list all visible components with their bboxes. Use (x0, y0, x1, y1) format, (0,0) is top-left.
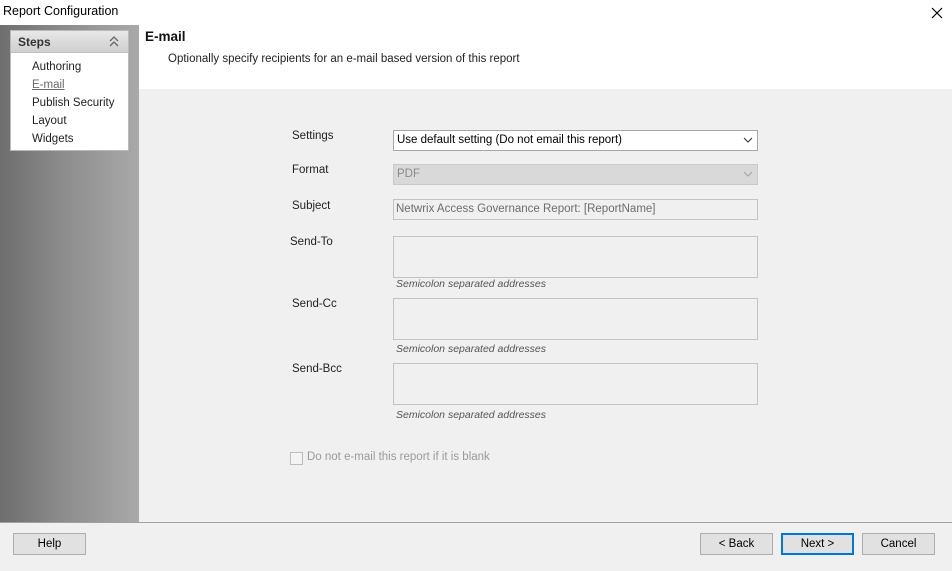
send-cc-hint: Semicolon separated addresses (396, 343, 547, 355)
send-cc-label: Send-Cc (292, 298, 337, 310)
back-button[interactable]: < Back (700, 533, 773, 555)
next-button[interactable]: Next > (781, 533, 854, 555)
help-button[interactable]: Help (13, 533, 86, 555)
format-value: PDF (397, 168, 420, 180)
steps-panel: Steps Authoring E-mail Publish Security … (10, 30, 129, 151)
chevron-down-icon (743, 137, 753, 143)
steps-header[interactable]: Steps (11, 31, 128, 53)
blank-report-label: Do not e-mail this report if it is blank (307, 451, 490, 463)
close-icon (931, 7, 943, 18)
sidebar: Steps Authoring E-mail Publish Security … (0, 25, 139, 523)
settings-label: Settings (292, 130, 334, 142)
window-title: Report Configuration (3, 4, 119, 18)
send-to-hint: Semicolon separated addresses (396, 278, 547, 290)
send-bcc-hint: Semicolon separated addresses (396, 409, 547, 421)
double-chevron-up-icon[interactable] (109, 36, 119, 47)
format-dropdown[interactable]: PDF (393, 164, 758, 185)
send-cc-input[interactable] (393, 298, 758, 340)
subject-label: Subject (292, 200, 331, 212)
blank-report-checkbox[interactable] (290, 452, 303, 465)
step-publish-security[interactable]: Publish Security (32, 95, 128, 113)
content-area: Settings Use default setting (Do not ema… (139, 89, 952, 523)
send-to-input[interactable] (393, 236, 758, 278)
send-to-label: Send-To (290, 236, 333, 248)
footer: Help < Back Next > Cancel (0, 522, 952, 571)
page-subtitle: Optionally specify recipients for an e-m… (168, 53, 520, 65)
page-title: E-mail (145, 29, 186, 44)
step-authoring[interactable]: Authoring (32, 59, 128, 77)
chevron-down-icon (743, 171, 753, 177)
step-widgets[interactable]: Widgets (32, 131, 128, 149)
subject-input[interactable]: Netwrix Access Governance Report: [Repor… (393, 199, 758, 220)
send-bcc-input[interactable] (393, 363, 758, 405)
title-bar: Report Configuration (0, 0, 952, 25)
settings-value: Use default setting (Do not email this r… (397, 134, 622, 146)
send-bcc-label: Send-Bcc (292, 363, 342, 375)
step-layout[interactable]: Layout (32, 113, 128, 131)
steps-list: Authoring E-mail Publish Security Layout… (11, 53, 128, 149)
step-email[interactable]: E-mail (32, 77, 128, 95)
steps-header-label: Steps (18, 35, 51, 49)
close-button[interactable] (922, 0, 952, 25)
settings-dropdown[interactable]: Use default setting (Do not email this r… (393, 130, 758, 151)
format-label: Format (292, 164, 329, 176)
cancel-button[interactable]: Cancel (862, 533, 935, 555)
page-header: E-mail Optionally specify recipients for… (142, 25, 942, 89)
